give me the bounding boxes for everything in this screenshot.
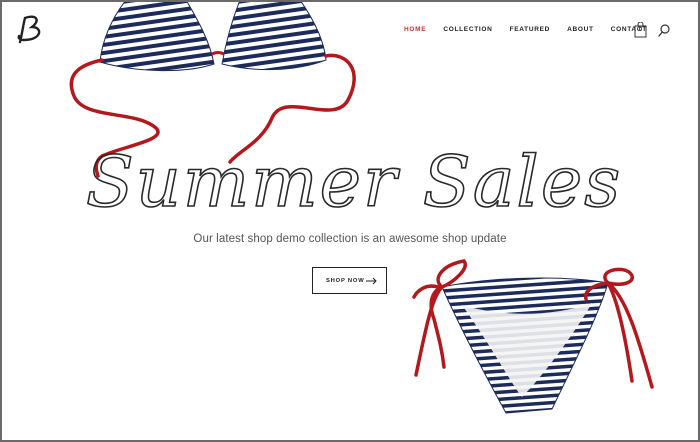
arrow-right-icon bbox=[366, 277, 377, 285]
nav-item-home[interactable]: HOME bbox=[404, 26, 426, 33]
bikini-bottom-image bbox=[412, 259, 654, 414]
shop-now-button[interactable]: SHOP NOW bbox=[312, 267, 387, 294]
main-nav: HOME COLLECTION FEATURED ABOUT CONTACT bbox=[404, 26, 664, 33]
hero-subtitle: Our latest shop demo collection is an aw… bbox=[193, 233, 507, 245]
hero-headline: Summer Sales bbox=[85, 140, 622, 224]
cart-count-badge: 0 bbox=[638, 27, 643, 33]
shop-now-label: SHOP NOW bbox=[326, 277, 365, 284]
brand-logo[interactable] bbox=[16, 12, 46, 48]
hero-headline-text: Summer Sales bbox=[86, 141, 622, 223]
nav-item-about[interactable]: ABOUT bbox=[567, 26, 594, 33]
nav-item-featured[interactable]: FEATURED bbox=[510, 26, 551, 33]
search-icon[interactable] bbox=[658, 24, 670, 37]
nav-item-collection[interactable]: COLLECTION bbox=[443, 26, 492, 33]
shopping-bag-icon[interactable]: 0 bbox=[634, 21, 647, 38]
page-frame: HOME COLLECTION FEATURED ABOUT CONTACT 0 bbox=[2, 2, 698, 440]
